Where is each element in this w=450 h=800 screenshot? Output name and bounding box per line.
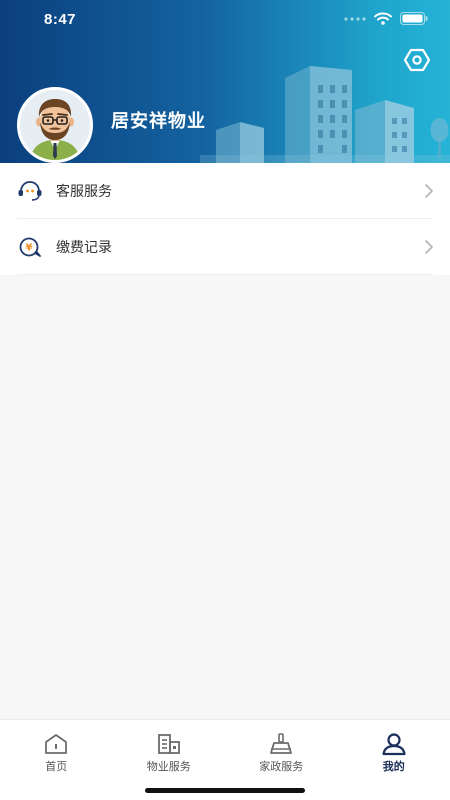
tab-label: 家政服务 — [259, 761, 304, 773]
battery-icon — [400, 12, 428, 25]
tab-label: 我的 — [382, 761, 405, 773]
menu-item-label: 客服服务 — [56, 183, 112, 199]
menu-list: 客服服务 ¥ 缴费记录 — [0, 163, 450, 275]
tab-property-service[interactable]: 物业服务 — [113, 720, 226, 780]
svg-text:¥: ¥ — [26, 243, 33, 254]
user-icon — [382, 733, 406, 756]
headset-icon — [18, 181, 42, 201]
broom-icon — [270, 733, 293, 754]
status-time: 8:47 — [44, 11, 77, 28]
tab-label: 首页 — [45, 761, 68, 773]
payment-record-icon: ¥ — [19, 237, 41, 257]
status-bar: 8:47 — [0, 0, 450, 40]
chevron-right-icon — [425, 240, 433, 254]
building-icon — [157, 734, 180, 754]
profile-header: 8:47 居安祥物业 — [0, 0, 450, 163]
tab-mine[interactable]: 我的 — [338, 720, 450, 780]
wifi-icon — [374, 12, 392, 25]
menu-item-label: 缴费记录 — [56, 239, 112, 255]
chevron-right-icon — [425, 184, 433, 198]
settings-button[interactable] — [403, 48, 431, 72]
menu-item-customer-service[interactable]: 客服服务 — [0, 163, 450, 219]
menu-item-payment-records[interactable]: ¥ 缴费记录 — [0, 219, 450, 275]
profile-name: 居安祥物业 — [111, 111, 206, 131]
status-icons — [344, 12, 428, 25]
divider — [17, 274, 433, 275]
home-indicator — [145, 788, 305, 793]
signal-icon — [344, 16, 366, 21]
home-icon — [45, 734, 68, 754]
tab-label: 物业服务 — [146, 761, 191, 773]
tab-housekeeping-service[interactable]: 家政服务 — [225, 720, 338, 780]
avatar-illustration — [20, 90, 90, 160]
tab-home[interactable]: 首页 — [0, 720, 113, 780]
avatar[interactable] — [17, 87, 93, 163]
settings-icon — [403, 48, 431, 72]
